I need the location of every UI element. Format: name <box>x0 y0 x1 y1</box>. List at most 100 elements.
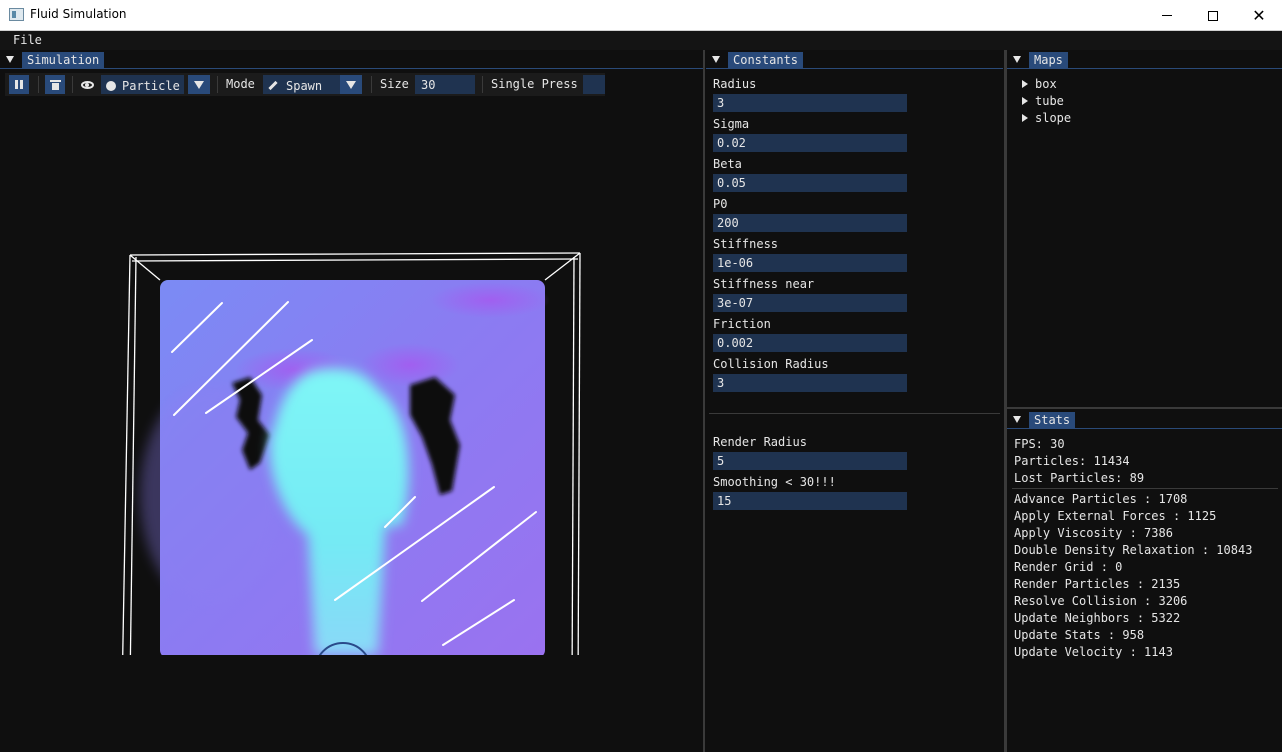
smoothing-input[interactable]: 15 <box>713 492 907 510</box>
p0-input[interactable]: 200 <box>713 214 907 232</box>
single-press-label: Single Press <box>491 77 578 91</box>
radius-label: Radius <box>713 77 757 91</box>
stat-lost-particles: Lost Particles: 89 <box>1014 471 1145 485</box>
close-icon: ✕ <box>1252 6 1266 25</box>
chevron-down-icon <box>346 81 356 89</box>
render-radius-input[interactable]: 5 <box>713 452 907 470</box>
collapse-arrow-icon[interactable] <box>6 56 14 63</box>
render-radius-label: Render Radius <box>713 435 807 449</box>
map-item-tube[interactable]: tube <box>1022 94 1064 108</box>
expand-arrow-icon <box>1022 80 1028 88</box>
simulation-toolbar: Particle Mode Spawn Size 30 Single Press <box>5 73 605 96</box>
circle-icon <box>106 80 116 91</box>
maps-panel-header: Maps <box>1007 50 1282 69</box>
particle-type-dropdown[interactable]: Particle <box>101 75 184 94</box>
section-divider <box>1012 488 1278 489</box>
expand-arrow-icon <box>1022 114 1028 122</box>
p0-label: P0 <box>713 197 728 211</box>
tab-maps[interactable]: Maps <box>1029 52 1068 69</box>
collapse-arrow-icon[interactable] <box>1013 56 1021 63</box>
stats-panel: Stats FPS: 30 Particles: 11434 Lost Part… <box>1007 410 1282 752</box>
stat-timing: Update Velocity : 1143 <box>1014 645 1173 659</box>
simulation-canvas[interactable] <box>110 195 590 655</box>
stat-timing: Apply External Forces : 1125 <box>1014 509 1217 523</box>
map-item-label: tube <box>1035 94 1064 108</box>
size-label: Size <box>380 77 409 91</box>
particle-type-value: Particle <box>122 78 180 93</box>
particle-type-dropdown-arrow[interactable] <box>188 75 210 94</box>
section-divider <box>709 413 1000 414</box>
collision-radius-input[interactable]: 3 <box>713 374 907 392</box>
menu-file[interactable]: File <box>13 33 42 47</box>
simulation-panel: Simulation Particle Mode Spawn Size 30 S… <box>0 50 703 752</box>
toolbar-separator <box>72 76 73 93</box>
simulation-panel-header: Simulation <box>0 50 703 69</box>
stat-timing: Double Density Relaxation : 10843 <box>1014 543 1253 557</box>
window-titlebar: Fluid Simulation ✕ <box>0 0 1282 31</box>
close-button[interactable]: ✕ <box>1236 0 1282 31</box>
stat-timing: Apply Viscosity : 7386 <box>1014 526 1173 540</box>
toolbar-separator <box>371 76 372 93</box>
stat-timing: Advance Particles : 1708 <box>1014 492 1188 506</box>
panel-divider[interactable] <box>703 50 705 752</box>
radius-input[interactable]: 3 <box>713 94 907 112</box>
map-item-label: slope <box>1035 111 1072 125</box>
mode-dropdown[interactable]: Spawn <box>263 75 340 94</box>
eye-icon <box>81 81 94 89</box>
trash-icon <box>49 79 61 90</box>
beta-input[interactable]: 0.05 <box>713 174 907 192</box>
fluid-pressure-glow <box>360 343 460 387</box>
stat-timing: Resolve Collision : 3206 <box>1014 594 1188 608</box>
stiffness-input[interactable]: 1e-06 <box>713 254 907 272</box>
maximize-icon <box>1208 10 1218 21</box>
sigma-input[interactable]: 0.02 <box>713 134 907 152</box>
single-press-checkbox[interactable] <box>583 75 605 94</box>
constants-panel-header: Constants <box>706 50 1003 69</box>
map-item-slope[interactable]: slope <box>1022 111 1071 125</box>
minimize-icon <box>1162 15 1172 16</box>
smoothing-label: Smoothing < 30!!! <box>713 475 836 489</box>
collision-radius-label: Collision Radius <box>713 357 829 371</box>
toolbar-separator <box>482 76 483 93</box>
panel-divider[interactable] <box>1007 407 1282 409</box>
size-input[interactable]: 30 <box>415 75 475 94</box>
tab-simulation[interactable]: Simulation <box>22 52 105 69</box>
stat-timing: Render Grid : 0 <box>1014 560 1123 574</box>
tab-constants[interactable]: Constants <box>728 52 804 69</box>
visibility-button[interactable] <box>77 75 97 94</box>
mode-label: Mode <box>226 77 255 91</box>
mode-dropdown-arrow[interactable] <box>340 75 362 94</box>
stiffness-near-label: Stiffness near <box>713 277 815 291</box>
tab-stats[interactable]: Stats <box>1029 412 1076 429</box>
pause-icon <box>15 80 23 89</box>
map-item-box[interactable]: box <box>1022 77 1057 91</box>
constants-panel: Constants Radius 3 Sigma 0.02 Beta 0.05 … <box>706 50 1003 752</box>
toolbar-separator <box>217 76 218 93</box>
pencil-icon <box>268 80 278 91</box>
expand-arrow-icon <box>1022 97 1028 105</box>
pause-button[interactable] <box>9 75 29 94</box>
map-item-label: box <box>1035 77 1057 91</box>
stats-panel-header: Stats <box>1007 410 1282 429</box>
collapse-arrow-icon[interactable] <box>712 56 720 63</box>
toolbar-separator <box>38 76 39 93</box>
maximize-button[interactable] <box>1190 0 1236 31</box>
menu-bar: File <box>0 31 1282 50</box>
minimize-button[interactable] <box>1144 0 1190 31</box>
stat-timing: Update Neighbors : 5322 <box>1014 611 1181 625</box>
app-icon <box>9 8 24 21</box>
friction-label: Friction <box>713 317 771 331</box>
chevron-down-icon <box>194 81 204 89</box>
window-title: Fluid Simulation <box>30 7 127 21</box>
maps-panel: Maps box tube slope <box>1007 50 1282 407</box>
sigma-label: Sigma <box>713 117 750 131</box>
stat-particles: Particles: 11434 <box>1014 454 1130 468</box>
collapse-arrow-icon[interactable] <box>1013 416 1021 423</box>
beta-label: Beta <box>713 157 742 171</box>
stat-timing: Render Particles : 2135 <box>1014 577 1181 591</box>
clear-button[interactable] <box>45 75 65 94</box>
friction-input[interactable]: 0.002 <box>713 334 907 352</box>
stiffness-label: Stiffness <box>713 237 779 251</box>
mode-value: Spawn <box>286 78 323 93</box>
stiffness-near-input[interactable]: 3e-07 <box>713 294 907 312</box>
